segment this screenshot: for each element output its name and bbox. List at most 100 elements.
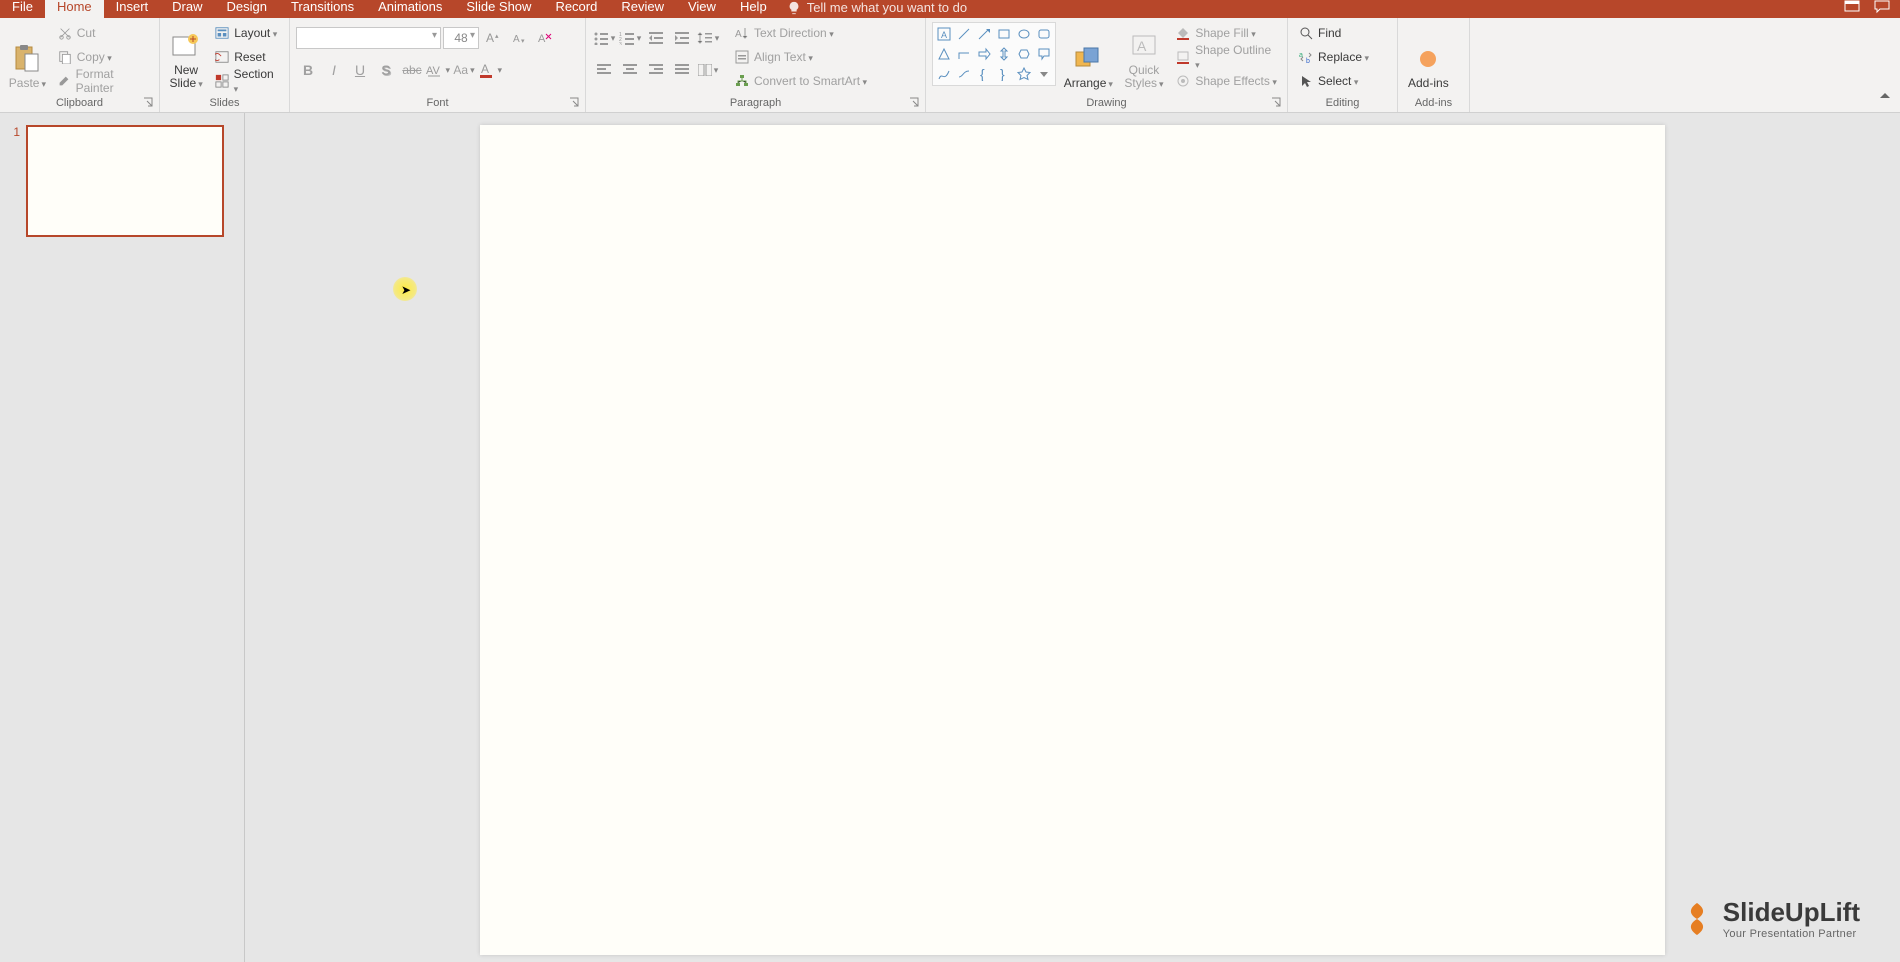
arrange-button[interactable]: Arrange (1060, 22, 1117, 92)
slide-thumbnail-1[interactable]: 1 (10, 125, 234, 237)
change-case-button[interactable]: Aa (452, 58, 476, 82)
justify-button[interactable] (670, 58, 694, 82)
tab-home[interactable]: Home (45, 0, 104, 18)
tell-me-search[interactable]: Tell me what you want to do (787, 0, 967, 15)
font-name-input[interactable] (296, 27, 441, 49)
shape-textbox-icon[interactable]: A (935, 25, 953, 43)
comments-icon[interactable] (1874, 0, 1890, 17)
font-color-button[interactable]: A (478, 58, 502, 82)
paragraph-launcher[interactable] (909, 97, 921, 109)
copy-button[interactable]: Copy (53, 46, 153, 68)
bold-button[interactable]: B (296, 58, 320, 82)
strikethrough-button[interactable]: abc (400, 58, 424, 82)
italic-button[interactable]: I (322, 58, 346, 82)
shape-arrow-right-icon[interactable] (975, 45, 993, 63)
align-left-button[interactable] (592, 58, 616, 82)
find-label: Find (1318, 26, 1341, 40)
drawing-launcher[interactable] (1271, 97, 1283, 109)
font-size-input[interactable] (443, 27, 479, 49)
tab-insert[interactable]: Insert (104, 0, 161, 18)
align-center-button[interactable] (618, 58, 642, 82)
underline-button[interactable]: U (348, 58, 372, 82)
text-direction-button[interactable]: A Text Direction (730, 22, 871, 44)
tab-record[interactable]: Record (543, 0, 609, 18)
reset-button[interactable]: Reset (210, 46, 283, 68)
quick-styles-button[interactable]: A QuickStyles (1121, 22, 1168, 92)
decrease-font-size-button[interactable]: A▾ (507, 26, 531, 50)
collapse-ribbon-button[interactable] (1878, 89, 1892, 108)
shape-effects-button[interactable]: Shape Effects (1171, 70, 1281, 92)
font-launcher[interactable] (569, 97, 581, 109)
shape-right-brace-icon[interactable]: } (995, 65, 1013, 83)
shape-arrow-line-icon[interactable] (975, 25, 993, 43)
paste-label: Paste (9, 77, 46, 90)
layout-label: Layout (234, 26, 277, 40)
ribbon-display-options-icon[interactable] (1844, 0, 1860, 17)
tab-view[interactable]: View (676, 0, 728, 18)
replace-button[interactable]: ab Replace (1294, 46, 1373, 68)
line-spacing-button[interactable] (696, 26, 720, 50)
paste-button[interactable]: Paste (6, 22, 49, 92)
shape-line-icon[interactable] (955, 25, 973, 43)
slide-thumbnail-pane[interactable]: 1 (0, 113, 245, 962)
shape-star-icon[interactable] (1015, 65, 1033, 83)
group-label-paragraph: Paragraph (592, 97, 919, 112)
numbering-button[interactable]: 123 (618, 26, 642, 50)
tab-animations[interactable]: Animations (366, 0, 454, 18)
tab-help[interactable]: Help (728, 0, 779, 18)
shape-left-brace-icon[interactable]: { (975, 65, 993, 83)
addins-button[interactable]: Add-ins (1404, 22, 1453, 92)
clipboard-launcher[interactable] (143, 97, 155, 109)
align-right-button[interactable] (644, 58, 668, 82)
convert-smartart-button[interactable]: Convert to SmartArt (730, 70, 871, 92)
shape-callout-icon[interactable] (1035, 45, 1053, 63)
tab-design[interactable]: Design (215, 0, 279, 18)
new-slide-label-1: New (174, 63, 198, 77)
copy-icon (57, 49, 73, 65)
shape-arrow-updown-icon[interactable] (995, 45, 1013, 63)
increase-font-size-button[interactable]: A▴ (481, 26, 505, 50)
select-label: Select (1318, 74, 1358, 88)
slide-thumbnail-preview[interactable] (26, 125, 224, 237)
slide-canvas[interactable] (480, 125, 1665, 955)
shape-outline-button[interactable]: Shape Outline (1171, 46, 1281, 68)
bullets-button[interactable] (592, 26, 616, 50)
character-spacing-button[interactable]: AV (426, 58, 450, 82)
tab-draw[interactable]: Draw (160, 0, 214, 18)
shape-freeform-icon[interactable] (935, 65, 953, 83)
search-icon (1298, 25, 1314, 41)
quick-styles-icon: A (1128, 30, 1160, 62)
group-label-drawing: Drawing (932, 97, 1281, 112)
shape-triangle-icon[interactable] (935, 45, 953, 63)
workspace: 1 ➤ (0, 113, 1900, 962)
tab-review[interactable]: Review (609, 0, 676, 18)
shape-effects-icon (1175, 73, 1191, 89)
shapes-gallery[interactable]: A { } (932, 22, 1056, 86)
layout-button[interactable]: Layout (210, 22, 283, 44)
shadow-button[interactable]: S (374, 58, 398, 82)
columns-button[interactable] (696, 58, 720, 82)
shape-fill-button[interactable]: Shape Fill (1171, 22, 1281, 44)
new-slide-button[interactable]: NewSlide (166, 22, 206, 92)
increase-indent-button[interactable] (670, 26, 694, 50)
shape-connector-icon[interactable] (955, 65, 973, 83)
align-text-button[interactable]: Align Text (730, 46, 871, 68)
select-button[interactable]: Select (1294, 70, 1373, 92)
find-button[interactable]: Find (1294, 22, 1373, 44)
shape-rectangle-icon[interactable] (995, 25, 1013, 43)
clear-formatting-button[interactable]: A (533, 26, 557, 50)
shape-rounded-rect-icon[interactable] (1035, 25, 1053, 43)
shape-elbow-icon[interactable] (955, 45, 973, 63)
cut-button[interactable]: Cut (53, 22, 153, 44)
tab-slideshow[interactable]: Slide Show (454, 0, 543, 18)
shape-oval-icon[interactable] (1015, 25, 1033, 43)
tab-file[interactable]: File (0, 0, 45, 18)
shape-hexagon-icon[interactable] (1015, 45, 1033, 63)
shapes-more-icon[interactable] (1035, 65, 1053, 83)
quick-styles-label-1: Quick (1129, 63, 1160, 77)
slide-canvas-area[interactable]: ➤ (245, 113, 1900, 962)
format-painter-button[interactable]: Format Painter (53, 70, 153, 92)
section-button[interactable]: Section (210, 70, 283, 92)
decrease-indent-button[interactable] (644, 26, 668, 50)
tab-transitions[interactable]: Transitions (279, 0, 366, 18)
